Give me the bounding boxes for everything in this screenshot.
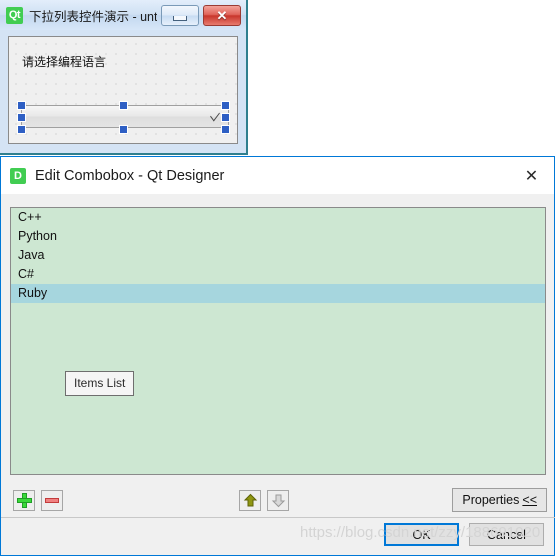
minimize-icon: [173, 15, 187, 21]
designer-titlebar[interactable]: Qt 下拉列表控件演示 - unti... ✕: [0, 0, 246, 30]
chevron-down-icon: [210, 108, 220, 122]
resize-handle-middle-left[interactable]: [17, 113, 26, 122]
form-design-canvas[interactable]: 请选择编程语言: [8, 36, 238, 144]
resize-handle-top-right[interactable]: [221, 101, 230, 110]
list-toolbar: Properties <<: [1, 482, 555, 520]
items-list-widget[interactable]: C++ Python Java C# Ruby: [10, 207, 546, 475]
minus-icon: [45, 498, 59, 503]
list-item[interactable]: Ruby: [11, 284, 545, 303]
plus-icon: [16, 493, 32, 508]
cancel-button[interactable]: Cancel: [469, 523, 544, 546]
qt-designer-icon: D: [10, 167, 26, 184]
add-item-button[interactable]: [13, 490, 35, 511]
resize-handle-middle-right[interactable]: [221, 113, 230, 122]
move-item-up-button[interactable]: [239, 490, 261, 511]
list-item[interactable]: Java: [11, 246, 545, 265]
form-label-prompt: 请选择编程语言: [22, 55, 107, 69]
properties-chevrons-icon: <<: [522, 493, 537, 507]
qt-logo-icon: Qt: [6, 6, 23, 24]
list-item[interactable]: C++: [11, 208, 545, 227]
move-item-down-button[interactable]: [267, 490, 289, 511]
resize-handle-top-left[interactable]: [17, 101, 26, 110]
items-list-tooltip: Items List: [65, 371, 135, 396]
dialog-title: Edit Combobox - Qt Designer: [35, 167, 225, 184]
resize-handle-top-center[interactable]: [119, 101, 128, 110]
remove-item-button[interactable]: [41, 490, 63, 511]
dialog-titlebar[interactable]: D Edit Combobox - Qt Designer ✕: [1, 157, 554, 194]
resize-handle-bottom-center[interactable]: [119, 125, 128, 134]
resize-handle-bottom-left[interactable]: [17, 125, 26, 134]
close-window-button[interactable]: ✕: [203, 4, 241, 26]
close-icon: ✕: [216, 7, 228, 23]
arrow-down-icon: [271, 494, 285, 508]
dialog-button-row: OK Cancel: [384, 523, 544, 546]
arrow-up-icon: [243, 493, 257, 507]
ok-button[interactable]: OK: [384, 523, 459, 546]
dialog-separator: [1, 517, 555, 518]
dialog-close-button[interactable]: ✕: [509, 157, 554, 193]
minimize-button[interactable]: [161, 4, 199, 26]
properties-toggle-button[interactable]: Properties <<: [452, 488, 547, 512]
list-item[interactable]: Python: [11, 227, 545, 246]
list-item[interactable]: C#: [11, 265, 545, 284]
designer-form-window: Qt 下拉列表控件演示 - unti... ✕ 请选择编程语言: [0, 0, 248, 155]
properties-label: Properties: [462, 493, 520, 507]
designer-window-title: 下拉列表控件演示 - unti...: [29, 9, 157, 24]
resize-handle-bottom-right[interactable]: [221, 125, 230, 134]
edit-combobox-dialog: D Edit Combobox - Qt Designer ✕ C++ Pyth…: [0, 156, 555, 556]
